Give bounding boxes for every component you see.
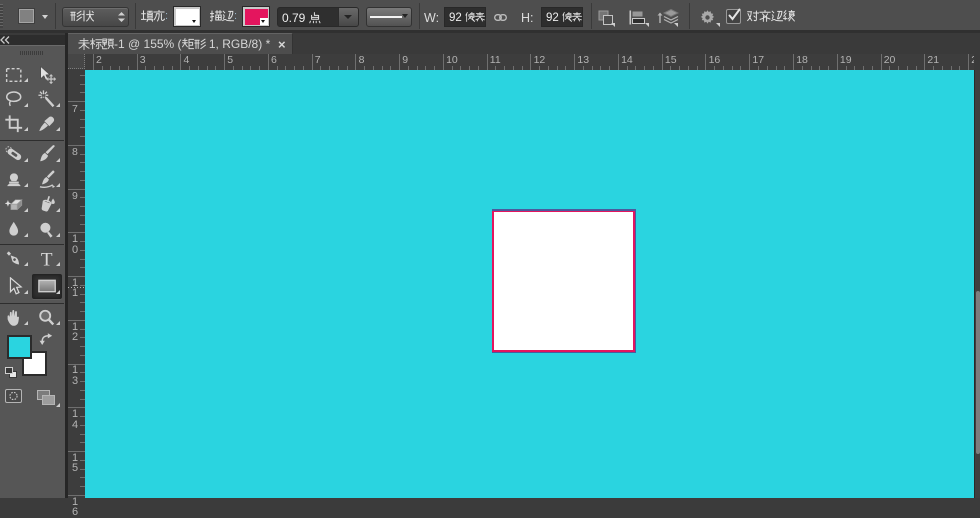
svg-text:T: T xyxy=(40,250,52,268)
